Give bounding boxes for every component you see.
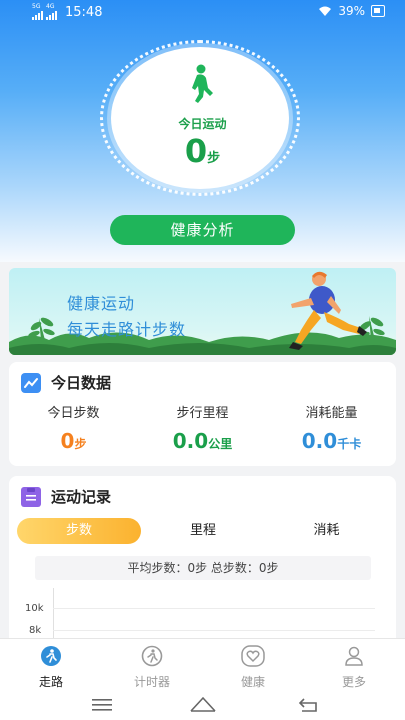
nav-timer[interactable]: 计时器 xyxy=(112,645,192,690)
battery-percent: 39% xyxy=(338,4,365,18)
home-icon[interactable] xyxy=(190,696,216,712)
chart-trend-icon xyxy=(21,372,41,393)
chart-gridline xyxy=(53,630,375,631)
heart-icon xyxy=(241,645,265,667)
nav-label: 走路 xyxy=(38,675,63,689)
y-tick-label: 10k xyxy=(25,603,44,614)
metric-value: 0.0 xyxy=(301,429,338,453)
metric-energy: 消耗能量 0.0千卡 xyxy=(267,402,396,453)
metric-steps: 今日步数 0步 xyxy=(9,402,138,453)
banner-subtitle: 每天走路计步数 xyxy=(67,320,187,339)
wifi-icon xyxy=(319,6,332,16)
today-data-title: 今日数据 xyxy=(51,374,112,392)
metric-label: 消耗能量 xyxy=(305,406,358,421)
metric-distance: 步行里程 0.0公里 xyxy=(138,402,267,453)
health-analysis-button[interactable]: 健康分析 xyxy=(110,215,295,245)
back-icon[interactable] xyxy=(298,697,320,713)
nav-label: 更多 xyxy=(341,675,366,689)
system-navigation-bar xyxy=(0,690,405,720)
today-steps-unit: 步 xyxy=(207,151,221,166)
metric-unit: 千卡 xyxy=(337,437,362,451)
nav-more[interactable]: 更多 xyxy=(314,645,394,690)
bottom-navigation: 走路 计时器 健康 更多 xyxy=(0,638,405,690)
status-time: 15:48 xyxy=(65,4,103,20)
metric-value: 0.0 xyxy=(172,429,209,453)
today-steps-display: 0步 xyxy=(0,132,405,170)
sport-record-card: 运动记录 步数 里程 消耗 平均步数：0步 总步数：0步 10k 8k xyxy=(9,476,396,656)
y-tick-label: 8k xyxy=(29,625,42,636)
nav-walk[interactable]: 走路 xyxy=(11,645,91,690)
walk-icon xyxy=(41,646,61,666)
promo-banner[interactable]: 健康运动 每天走路计步数 xyxy=(9,268,396,355)
metric-unit: 公里 xyxy=(208,437,233,451)
today-steps-value: 0 xyxy=(184,132,208,170)
today-sport-label: 今日运动 xyxy=(178,117,227,131)
menu-icon[interactable] xyxy=(92,698,112,712)
tab-energy[interactable]: 消耗 xyxy=(265,518,388,544)
record-summary: 平均步数：0步 总步数：0步 xyxy=(35,556,371,580)
nav-label: 健康 xyxy=(240,675,265,689)
metric-label: 今日步数 xyxy=(47,406,100,421)
banner-title: 健康运动 xyxy=(67,294,136,313)
metric-unit: 步 xyxy=(74,437,87,451)
record-tabs: 步数 里程 消耗 xyxy=(17,518,388,544)
sport-record-title: 运动记录 xyxy=(51,488,112,506)
user-icon xyxy=(345,646,363,666)
walker-icon xyxy=(192,64,213,103)
tab-distance[interactable]: 里程 xyxy=(141,518,265,544)
metric-value: 0 xyxy=(60,429,75,453)
metric-label: 步行里程 xyxy=(176,406,229,421)
signal-icon: 5G 4G xyxy=(32,4,57,20)
today-data-card: 今日数据 今日步数 0步 步行里程 0.0公里 消耗能量 0.0千卡 xyxy=(9,362,396,466)
chart-gridline xyxy=(53,608,375,609)
battery-icon xyxy=(371,5,385,17)
status-bar: 5G 4G 15:48 39% xyxy=(0,0,405,24)
tab-steps[interactable]: 步数 xyxy=(17,518,141,544)
clipboard-icon xyxy=(21,486,41,507)
nav-label: 计时器 xyxy=(133,675,170,689)
timer-icon xyxy=(141,645,163,667)
nav-health[interactable]: 健康 xyxy=(213,645,293,690)
